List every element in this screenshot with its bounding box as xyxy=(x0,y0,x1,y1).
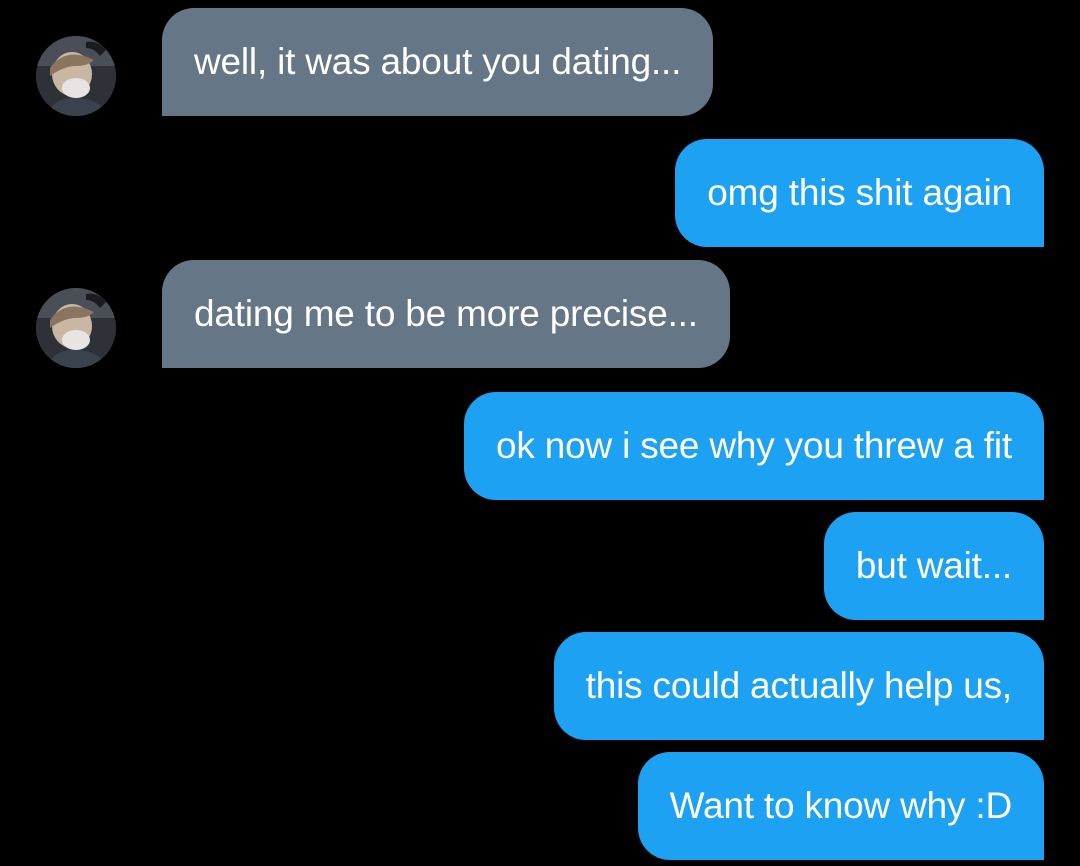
message-text: Want to know why :D xyxy=(669,785,1013,826)
message-row-outgoing: omg this shit again xyxy=(0,139,1080,247)
message-bubble-incoming[interactable]: dating me to be more precise... xyxy=(162,260,730,368)
message-row-incoming: dating me to be more precise... xyxy=(0,260,1080,368)
message-text: omg this shit again xyxy=(707,172,1012,213)
avatar-photo-icon xyxy=(36,36,116,116)
message-text: but wait... xyxy=(855,545,1012,586)
message-text: well, it was about you dating... xyxy=(194,41,682,82)
message-row-outgoing: ok now i see why you threw a fit xyxy=(0,392,1080,500)
conversation-thread: well, it was about you dating... omg thi… xyxy=(0,0,1080,866)
message-row-incoming: well, it was about you dating... xyxy=(0,8,1080,116)
message-text: ok now i see why you threw a fit xyxy=(496,425,1012,466)
message-row-outgoing: this could actually help us, xyxy=(0,632,1080,740)
contact-avatar[interactable] xyxy=(36,36,116,116)
message-text: dating me to be more precise... xyxy=(194,293,698,334)
message-bubble-outgoing[interactable]: omg this shit again xyxy=(675,139,1044,247)
message-bubble-incoming[interactable]: well, it was about you dating... xyxy=(162,8,714,116)
message-row-outgoing: but wait... xyxy=(0,512,1080,620)
message-row-outgoing: Want to know why :D xyxy=(0,752,1080,860)
message-text: this could actually help us, xyxy=(585,665,1013,706)
avatar-photo-icon xyxy=(36,288,116,368)
message-bubble-outgoing[interactable]: but wait... xyxy=(823,512,1044,620)
message-bubble-outgoing[interactable]: Want to know why :D xyxy=(637,752,1044,860)
message-bubble-outgoing[interactable]: this could actually help us, xyxy=(553,632,1044,740)
message-bubble-outgoing[interactable]: ok now i see why you threw a fit xyxy=(464,392,1044,500)
contact-avatar[interactable] xyxy=(36,288,116,368)
